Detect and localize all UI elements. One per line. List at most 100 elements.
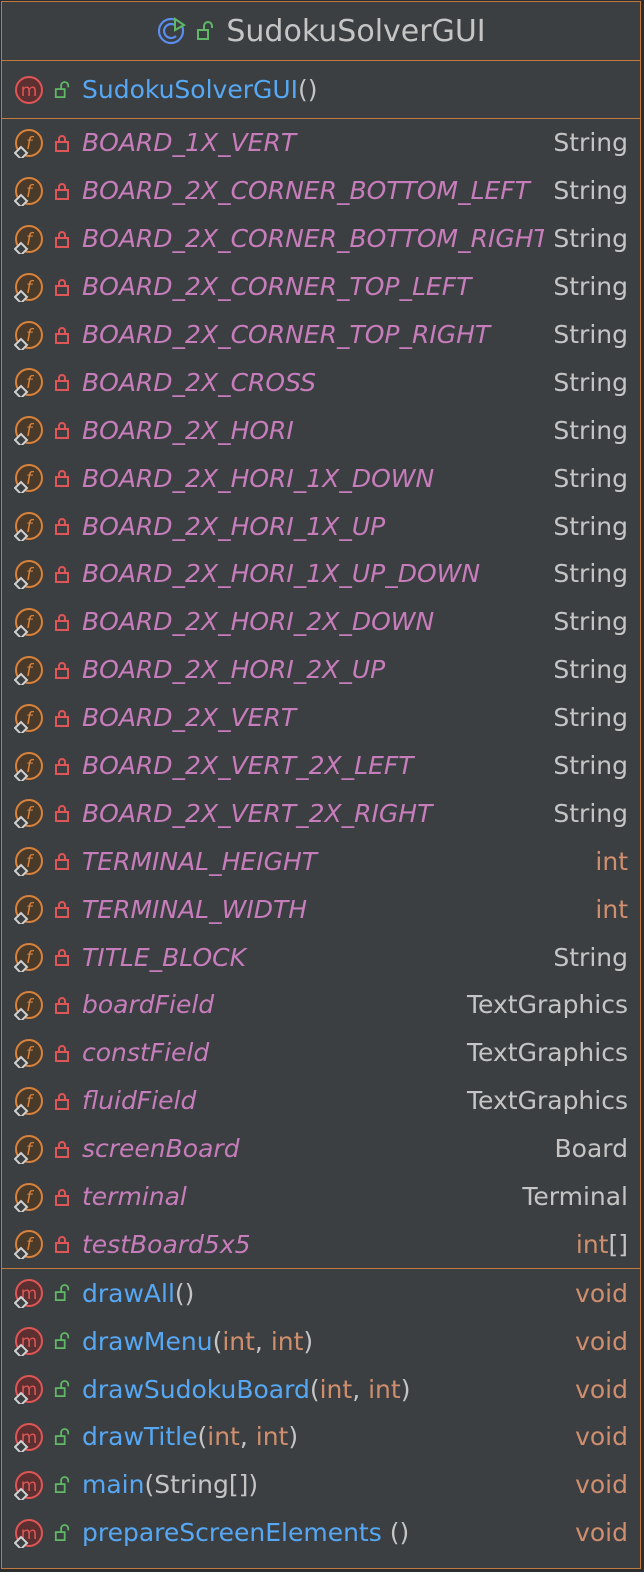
field-type: TextGraphics: [467, 1038, 628, 1067]
field-row[interactable]: f BOARD_2X_CORNER_TOP_RIGHT String: [2, 311, 640, 359]
method-name: drawMenu: [82, 1326, 213, 1356]
method-return-type: void: [575, 1518, 628, 1548]
public-icon: [54, 1380, 70, 1398]
field-row[interactable]: f BOARD_2X_VERT_2X_LEFT String: [2, 742, 640, 790]
field-row[interactable]: f TERMINAL_WIDTH int: [2, 885, 640, 933]
field-type-name: String: [553, 367, 628, 397]
private-lock-icon: [54, 1235, 70, 1254]
method-return-type: void: [575, 1374, 628, 1404]
public-icon: [54, 1284, 70, 1302]
private-lock-icon: [54, 517, 70, 536]
field-row[interactable]: f BOARD_2X_HORI String: [2, 406, 640, 454]
method-icon: m: [14, 1518, 44, 1548]
field-row[interactable]: f BOARD_1X_VERT String: [2, 119, 640, 167]
field-row[interactable]: f BOARD_2X_CORNER_TOP_LEFT String: [2, 263, 640, 311]
class-name: SudokuSolverGUI: [226, 13, 486, 49]
field-row[interactable]: f TERMINAL_HEIGHT int: [2, 837, 640, 885]
private-lock-icon: [54, 1092, 70, 1110]
field-row[interactable]: f screenBoard Board: [2, 1125, 640, 1173]
field-row[interactable]: f BOARD_2X_HORI_2X_DOWN String: [2, 598, 640, 646]
method-row[interactable]: m main(String[]) void: [2, 1461, 640, 1509]
field-type: String: [553, 176, 628, 205]
method-row[interactable]: m drawAll() void: [2, 1269, 640, 1317]
method-row[interactable]: m drawTitle(int, int) void: [2, 1413, 640, 1461]
method-paren-open: (: [309, 1374, 320, 1404]
field-row[interactable]: f BOARD_2X_VERT_2X_RIGHT String: [2, 789, 640, 837]
private-lock-icon: [54, 421, 70, 440]
field-name: BOARD_2X_HORI_1X_UP: [82, 511, 386, 541]
field-row[interactable]: f boardField TextGraphics: [2, 981, 640, 1029]
field-row[interactable]: f TITLE_BLOCK String: [2, 933, 640, 981]
constructor-row[interactable]: m SudokuSolverGUI(): [2, 61, 640, 119]
method-paren-open: (: [197, 1422, 208, 1452]
field-type-name: String: [553, 272, 628, 302]
field-type: TextGraphics: [467, 990, 628, 1019]
method-row[interactable]: m drawSudokuBoard(int, int) void: [2, 1365, 640, 1413]
method-params: (): [381, 1518, 410, 1548]
field-icon: f: [14, 942, 44, 973]
private-lock-icon: [54, 230, 70, 248]
method-icon: m: [14, 1374, 44, 1405]
field-type-name: TextGraphics: [467, 990, 628, 1020]
field-type: Terminal: [522, 1182, 628, 1211]
public-icon: [196, 21, 214, 41]
field-row[interactable]: f BOARD_2X_HORI_1X_UP_DOWN String: [2, 550, 640, 598]
field-row[interactable]: f terminal Terminal: [2, 1173, 640, 1221]
field-icon: f: [14, 320, 44, 350]
field-row[interactable]: f testBoard5x5 int[]: [2, 1220, 640, 1268]
method-name: prepareScreenElements: [82, 1518, 382, 1548]
method-icon: m: [14, 75, 44, 105]
field-type-name: TextGraphics: [467, 1038, 628, 1068]
field-row[interactable]: f BOARD_2X_CROSS String: [2, 358, 640, 406]
field-row[interactable]: f BOARD_2X_CORNER_BOTTOM_RIGHT String: [2, 215, 640, 263]
public-icon: [54, 1428, 70, 1446]
method-icon: m: [14, 1278, 44, 1309]
method-row[interactable]: m drawMenu(int, int) void: [2, 1317, 640, 1365]
field-name: TITLE_BLOCK: [82, 942, 246, 972]
field-row[interactable]: f BOARD_2X_VERT String: [2, 694, 640, 742]
field-type: String: [553, 368, 628, 397]
field-type-name: String: [553, 176, 628, 206]
field-icon: f: [14, 655, 44, 685]
method-param-type: int: [222, 1326, 255, 1356]
field-row[interactable]: f BOARD_2X_HORI_1X_DOWN String: [2, 454, 640, 502]
field-type-name: Board: [554, 1134, 628, 1164]
field-type-name: Terminal: [522, 1182, 628, 1212]
field-icon: f: [14, 1229, 44, 1260]
field-type: String: [553, 655, 628, 684]
private-lock-icon: [54, 469, 70, 488]
field-icon: f: [14, 415, 44, 446]
field-row[interactable]: f BOARD_2X_HORI_1X_UP String: [2, 502, 640, 550]
field-icon: f: [14, 1038, 44, 1068]
method-param-type: int: [255, 1422, 289, 1452]
method-paren-open: (: [212, 1326, 223, 1356]
constructor-params: (): [298, 75, 318, 104]
method-paren-close: ): [303, 1326, 314, 1356]
field-row[interactable]: f constField TextGraphics: [2, 1029, 640, 1077]
field-name: screenBoard: [82, 1134, 240, 1164]
field-type-name: int: [595, 846, 628, 876]
field-icon: f: [14, 511, 44, 542]
private-lock-icon: [54, 804, 70, 823]
field-type: int[]: [576, 1230, 628, 1259]
field-icon: f: [14, 1086, 44, 1116]
method-params: (): [174, 1278, 195, 1308]
private-lock-icon: [54, 326, 70, 344]
method-param-sep: ,: [352, 1374, 369, 1404]
field-row[interactable]: f BOARD_2X_HORI_2X_UP String: [2, 646, 640, 694]
field-row[interactable]: f fluidField TextGraphics: [2, 1077, 640, 1125]
private-lock-icon: [54, 182, 70, 200]
field-name: BOARD_2X_CORNER_BOTTOM_RIGHT: [82, 224, 544, 254]
class-header: SudokuSolverGUI: [2, 2, 640, 61]
field-type: int: [595, 895, 628, 924]
field-type-name: String: [553, 751, 628, 781]
field-row[interactable]: f BOARD_2X_CORNER_BOTTOM_LEFT String: [2, 167, 640, 215]
method-icon: m: [14, 1470, 44, 1500]
field-icon: f: [14, 1134, 44, 1164]
method-param-type: int: [368, 1374, 401, 1404]
field-name: BOARD_2X_VERT_2X_LEFT: [82, 751, 414, 781]
method-row[interactable]: m prepareScreenElements () void: [2, 1509, 640, 1557]
method-name: drawSudokuBoard: [82, 1374, 310, 1404]
field-icon: f: [14, 990, 44, 1020]
field-type: String: [553, 703, 628, 732]
